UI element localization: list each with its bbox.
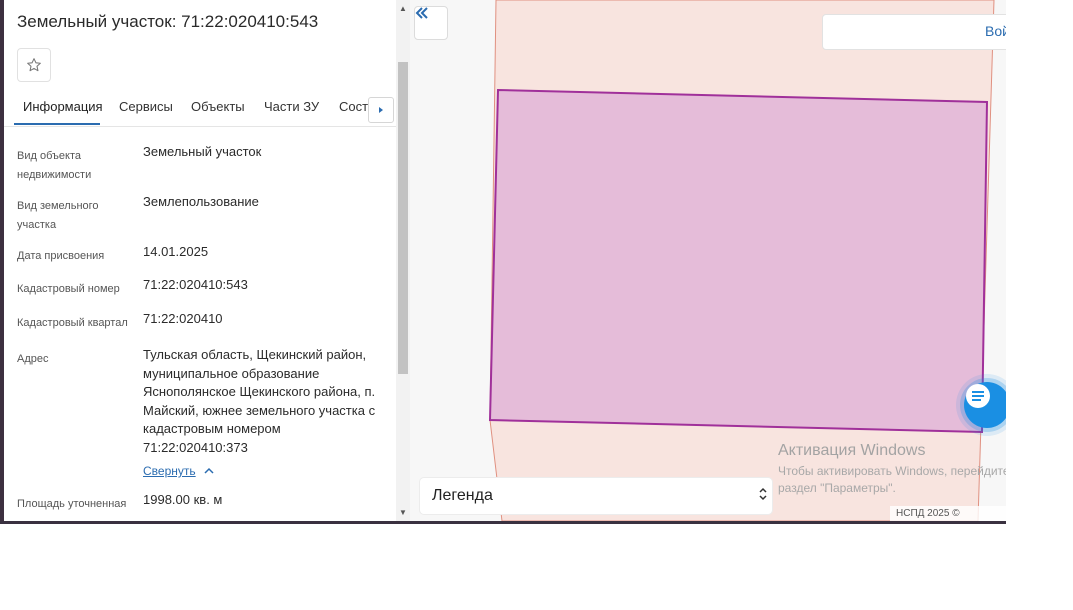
field-value: 14.01.2025 — [143, 244, 209, 259]
map-view[interactable]: Вой Активация Windows Чтобы активировать… — [410, 0, 1006, 521]
tabs-scroll-right-button[interactable] — [368, 97, 394, 123]
collapse-link-label: Свернуть — [143, 464, 196, 478]
tab-objects[interactable]: Объекты — [191, 99, 245, 114]
info-panel: Земельный участок: 71:22:020410:543 Инфо… — [4, 0, 396, 521]
field-value: 1998.00 кв. м — [143, 492, 223, 507]
tab-parts[interactable]: Части ЗУ — [264, 99, 319, 114]
field-value: Тульская область, Щекинский район, муниц… — [143, 347, 376, 455]
chat-button[interactable] — [964, 382, 1006, 428]
activation-line-1: Чтобы активировать Windows, перейдите в — [778, 464, 1006, 478]
app-window: Земельный участок: 71:22:020410:543 Инфо… — [0, 0, 1006, 524]
tab-services[interactable]: Сервисы — [119, 99, 173, 114]
chat-icon — [966, 384, 990, 408]
field-value: 71:22:020410 — [143, 311, 223, 326]
double-chevron-left-icon — [415, 7, 428, 19]
tab-bar: Информация Сервисы Объекты Части ЗУ Сост… — [4, 92, 396, 127]
sidebar-scrollbar[interactable]: ▲ ▼ — [396, 0, 410, 521]
scroll-down-icon[interactable]: ▼ — [399, 508, 407, 517]
field-value: 71:22:020410:543 — [143, 277, 248, 292]
cadastral-parcel[interactable] — [488, 88, 989, 434]
tab-info[interactable]: Информация — [23, 99, 103, 114]
login-button[interactable]: Вой — [822, 14, 1006, 50]
page-title: Земельный участок: 71:22:020410:543 — [17, 12, 319, 31]
field-value: Земельный участок — [143, 144, 262, 159]
field-label: Вид земельного участка — [17, 200, 99, 231]
star-icon — [27, 58, 41, 72]
chevron-up-icon — [204, 467, 214, 474]
field-label: Кадастровый квартал — [17, 317, 128, 329]
field-label: Вид объекта недвижимости — [17, 150, 92, 181]
collapse-link[interactable]: Свернуть — [143, 464, 214, 478]
favorite-button[interactable] — [17, 48, 51, 82]
field-label: Адрес — [17, 353, 49, 365]
windows-activation-watermark: Активация Windows Чтобы активировать Win… — [778, 442, 1006, 497]
map-copyright: НСПД 2025 © — [890, 506, 1006, 521]
active-tab-indicator — [14, 123, 100, 125]
legend-dropdown[interactable]: Легенда — [420, 478, 772, 514]
scrollbar-thumb[interactable] — [398, 62, 408, 374]
scroll-up-icon[interactable]: ▲ — [399, 4, 407, 13]
field-label: Кадастровый номер — [17, 283, 120, 295]
field-value: Землепользование — [143, 194, 259, 209]
activation-title: Активация Windows — [778, 442, 926, 459]
window-bottom-edge — [0, 521, 1006, 524]
login-label: Вой — [985, 23, 1006, 39]
collapse-panel-button[interactable] — [414, 6, 448, 40]
legend-label: Легенда — [432, 487, 493, 504]
field-label: Площадь уточненная — [17, 498, 127, 510]
arrow-right-icon — [379, 107, 383, 113]
field-label: Дата присвоения — [17, 250, 105, 262]
activation-line-2: раздел "Параметры". — [778, 481, 896, 495]
